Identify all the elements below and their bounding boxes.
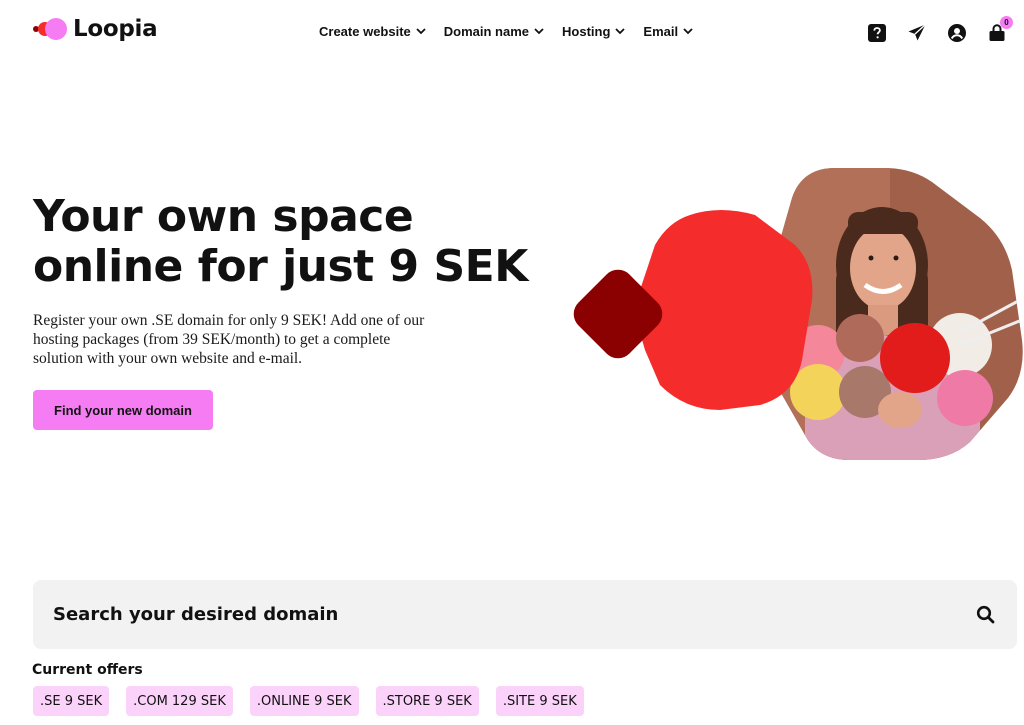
help-button[interactable] <box>866 22 888 44</box>
domain-search-input[interactable] <box>53 604 973 625</box>
offer-online[interactable]: .ONLINE 9 SEK <box>249 686 359 716</box>
site-header: Loopia Create website Domain name Hostin… <box>0 0 1024 64</box>
account-button[interactable] <box>946 22 968 44</box>
help-icon <box>868 24 886 42</box>
find-domain-button[interactable]: Find your new domain <box>33 390 213 430</box>
offers-list: .SE 9 SEK .COM 129 SEK .ONLINE 9 SEK .ST… <box>33 686 584 716</box>
brand-name: Loopia <box>73 16 158 42</box>
loopia-logo[interactable]: Loopia <box>33 16 158 42</box>
search-icon <box>976 605 994 624</box>
nav-domain-name[interactable]: Domain name <box>444 24 544 39</box>
logo-mark-icon <box>33 17 67 41</box>
nav-label: Email <box>643 24 679 39</box>
chevron-down-icon <box>683 28 693 35</box>
nav-hosting[interactable]: Hosting <box>562 24 626 39</box>
nav-label: Hosting <box>562 24 611 39</box>
main-nav: Create website Domain name Hosting Email <box>319 24 693 39</box>
offer-se[interactable]: .SE 9 SEK <box>33 686 110 716</box>
chevron-down-icon <box>416 28 426 35</box>
domain-search-bar <box>33 580 1017 649</box>
contact-button[interactable] <box>906 22 928 44</box>
hero-title: Your own space online for just 9 SEK <box>33 191 528 292</box>
hero-image <box>573 168 1023 460</box>
paper-plane-icon <box>908 23 926 41</box>
cart-button[interactable]: 0 <box>986 16 1013 44</box>
offer-site[interactable]: .SITE 9 SEK <box>495 686 584 716</box>
nav-email[interactable]: Email <box>643 24 693 39</box>
user-icon <box>948 24 966 42</box>
chevron-down-icon <box>534 28 544 35</box>
offer-store[interactable]: .STORE 9 SEK <box>375 686 479 716</box>
cart-count-badge: 0 <box>1000 16 1013 29</box>
header-actions: 0 <box>866 16 1013 44</box>
current-offers-heading: Current offers <box>32 662 143 678</box>
chevron-down-icon <box>615 28 626 35</box>
nav-label: Domain name <box>443 24 530 39</box>
offer-com[interactable]: .COM 129 SEK <box>126 686 233 716</box>
hero-description: Register your own .SE domain for only 9 … <box>33 312 425 367</box>
nav-label: Create website <box>319 24 411 39</box>
hero-illustration <box>560 160 1024 470</box>
nav-create-website[interactable]: Create website <box>319 24 426 39</box>
search-button[interactable] <box>973 603 997 627</box>
